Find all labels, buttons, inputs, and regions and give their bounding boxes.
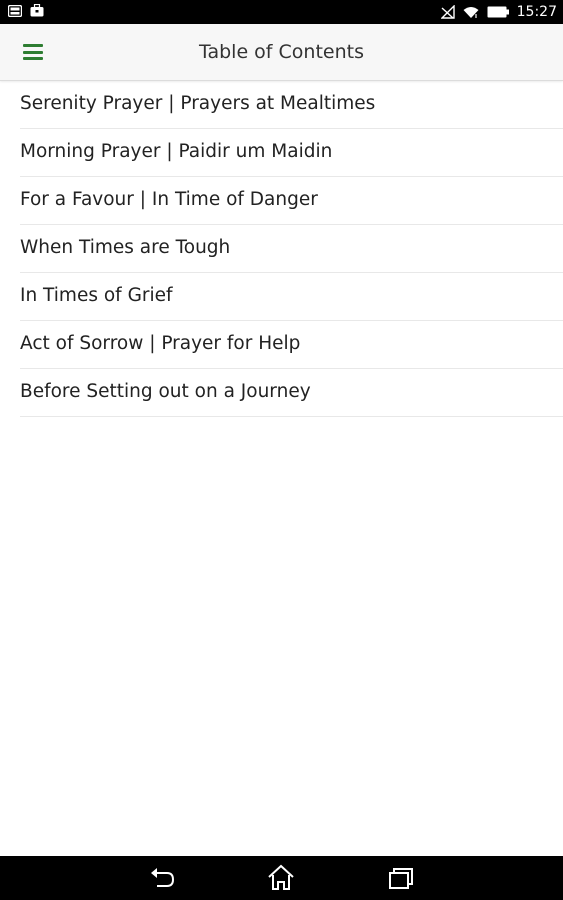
- home-button[interactable]: [266, 864, 296, 892]
- list-item[interactable]: Serenity Prayer | Prayers at Mealtimes: [20, 81, 563, 129]
- list-item[interactable]: Act of Sorrow | Prayer for Help: [20, 321, 563, 369]
- page-title: Table of Contents: [199, 41, 364, 63]
- list-item-label: For a Favour | In Time of Danger: [20, 189, 318, 210]
- app-bar: Table of Contents: [0, 24, 563, 81]
- list-item-label: Morning Prayer | Paidir um Maidin: [20, 141, 333, 162]
- list-item[interactable]: For a Favour | In Time of Danger: [20, 177, 563, 225]
- list-item[interactable]: Morning Prayer | Paidir um Maidin: [20, 129, 563, 177]
- gallery-icon: [8, 4, 22, 17]
- status-bar: 15:27: [0, 0, 563, 24]
- list-item-label: Before Setting out on a Journey: [20, 381, 311, 402]
- wifi-icon: [463, 6, 479, 19]
- list-item[interactable]: In Times of Grief: [20, 273, 563, 321]
- back-button[interactable]: [147, 864, 177, 892]
- toc-list: Serenity Prayer | Prayers at Mealtimes M…: [0, 81, 563, 417]
- status-right-icons: 15:27: [440, 2, 557, 22]
- list-item-label: Act of Sorrow | Prayer for Help: [20, 333, 301, 354]
- home-icon: [266, 864, 296, 892]
- list-item-label: When Times are Tough: [20, 237, 231, 258]
- battery-icon: [487, 6, 509, 18]
- back-icon: [147, 864, 177, 892]
- recent-apps-icon: [386, 864, 416, 892]
- navigation-bar: [0, 856, 563, 900]
- screen: 15:27 Table of Contents Serenity Prayer …: [0, 0, 563, 900]
- briefcase-icon: [30, 4, 44, 17]
- list-item[interactable]: Before Setting out on a Journey: [20, 369, 563, 417]
- status-left-icons: [8, 4, 44, 17]
- recent-apps-button[interactable]: [386, 864, 416, 892]
- list-item[interactable]: When Times are Tough: [20, 225, 563, 273]
- list-item-label: Serenity Prayer | Prayers at Mealtimes: [20, 93, 376, 114]
- status-time: 15:27: [516, 4, 557, 20]
- list-item-label: In Times of Grief: [20, 285, 173, 306]
- no-signal-icon: [440, 5, 455, 19]
